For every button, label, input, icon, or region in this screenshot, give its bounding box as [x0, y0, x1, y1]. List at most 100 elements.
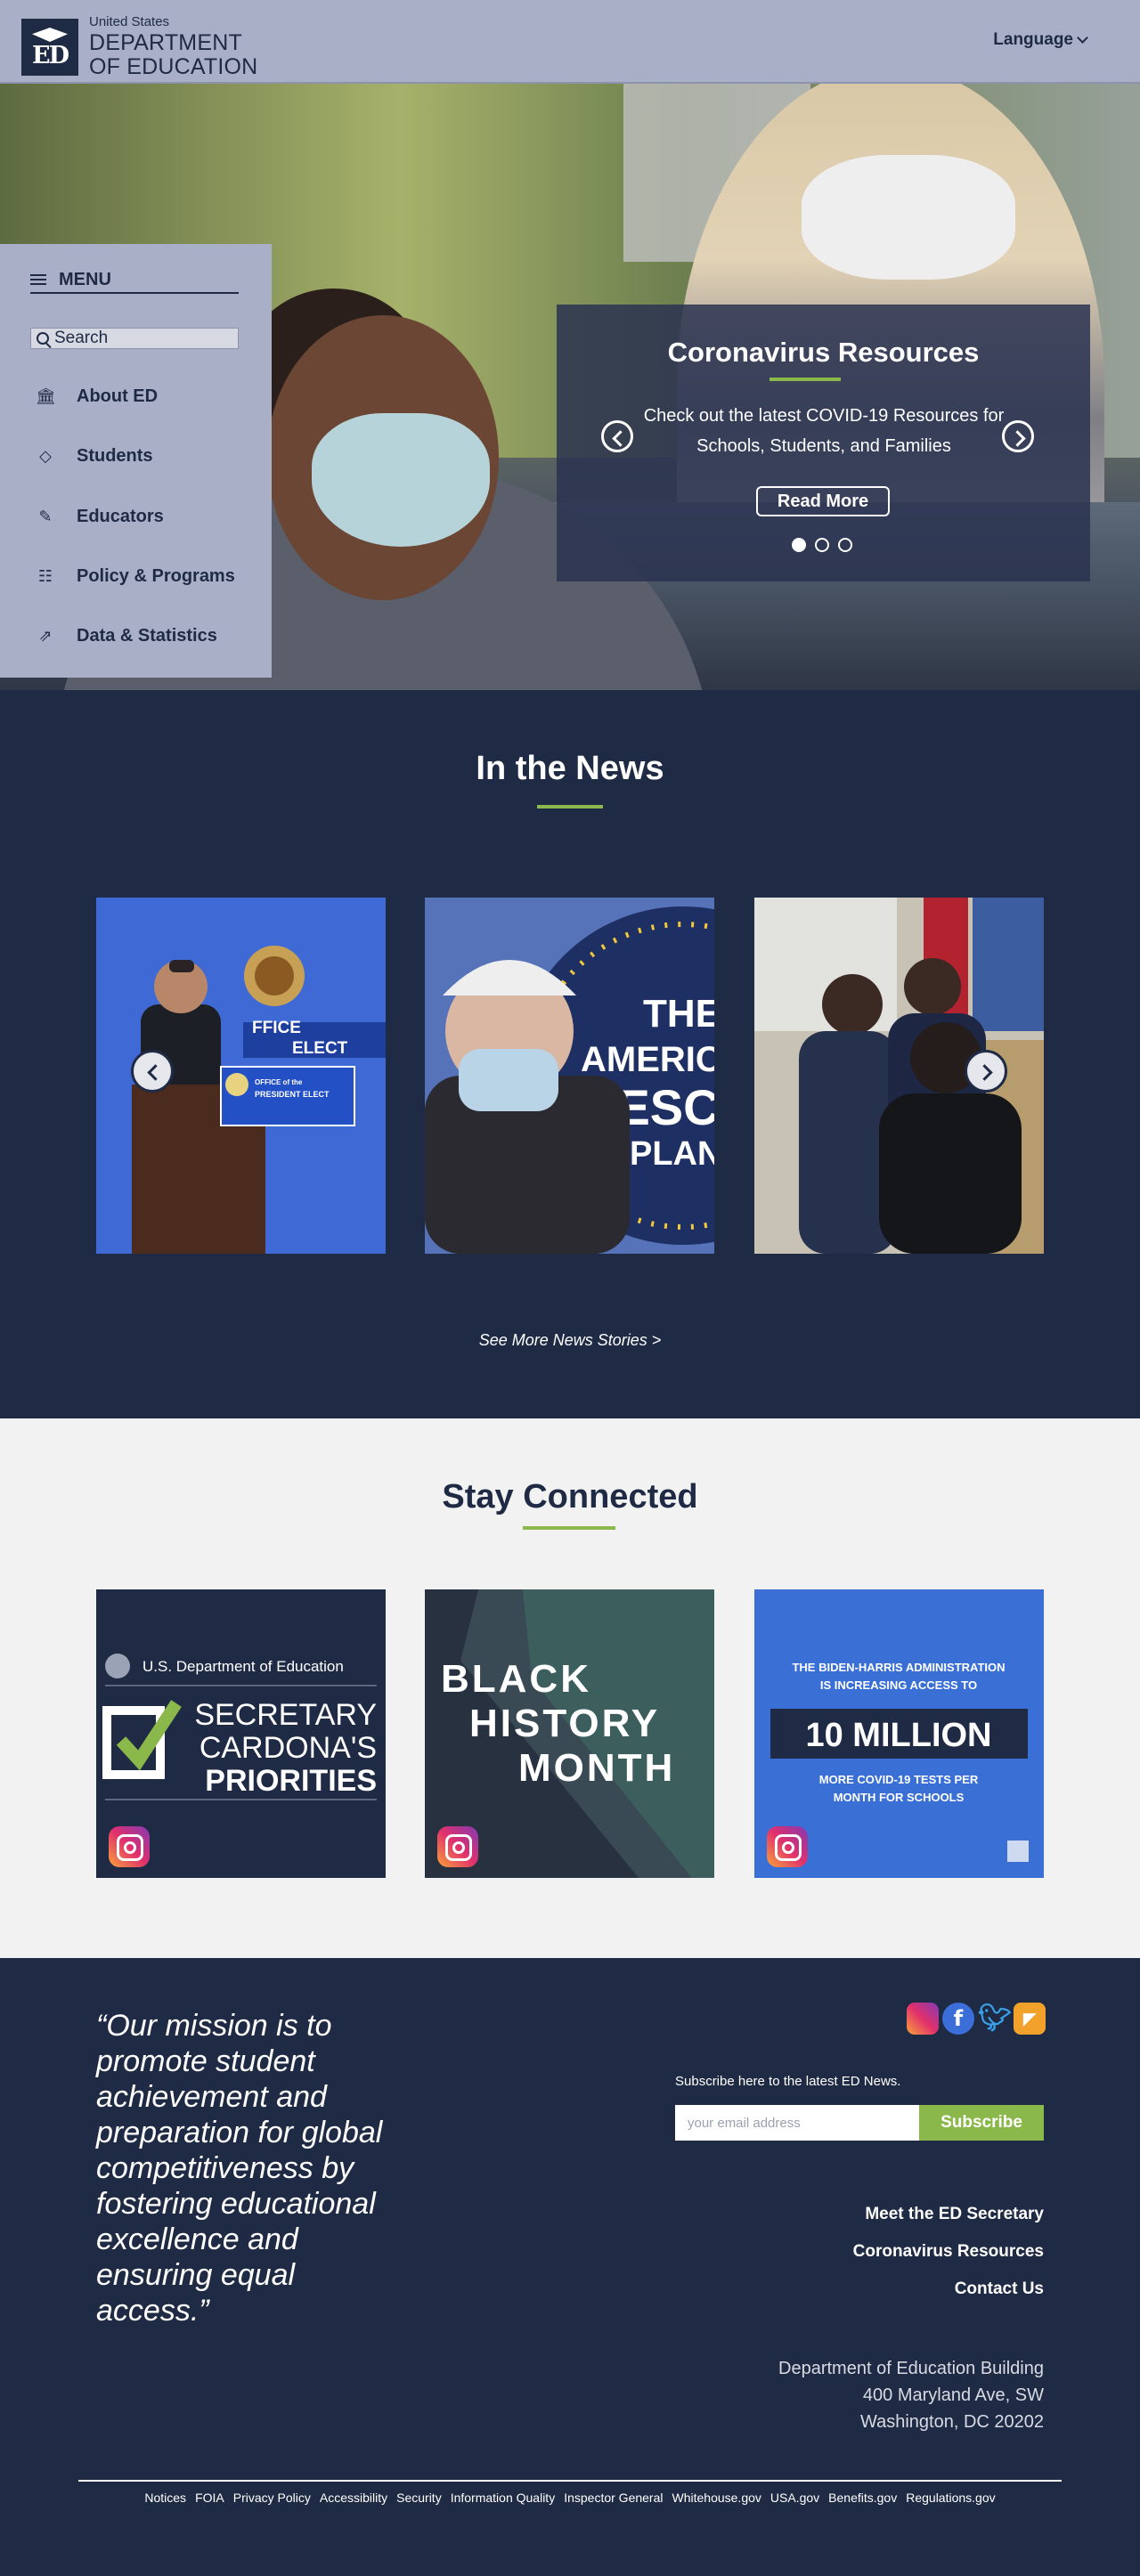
subscribe-button[interactable]: Subscribe [919, 2105, 1044, 2141]
news-next-button[interactable] [965, 1050, 1007, 1093]
covid-line-1: THE BIDEN-HARRIS ADMINISTRATION [792, 1661, 1005, 1674]
bottom-link-accessibility[interactable]: Accessibility [320, 2491, 387, 2505]
bhm-line-2: HISTORY [469, 1702, 660, 1745]
slide-dot-3[interactable] [838, 538, 852, 552]
social-card-priorities[interactable]: U.S. Department of Education SECRETARY C… [96, 1589, 386, 1878]
menu-title: MENU [59, 269, 111, 289]
email-field[interactable] [675, 2105, 919, 2141]
bottom-link-security[interactable]: Security [396, 2491, 442, 2505]
news-card-rescue-plan[interactable]: THE AMERIC RESC PLAN [425, 898, 714, 1254]
slide-title: Coronavirus Resources [667, 337, 980, 368]
site-footer: “Our mission is to promote student achie… [0, 1958, 1140, 2576]
nav-item-data-statistics[interactable]: ⇗ Data & Statistics [36, 622, 217, 649]
logo-small-text: United States [89, 14, 170, 29]
news-title-divider [537, 805, 603, 809]
news-prev-button[interactable] [131, 1050, 174, 1093]
footer-link-coronavirus-resources[interactable]: Coronavirus Resources [853, 2242, 1044, 2262]
social-card-black-history-month[interactable]: BLACK HISTORY MONTH [425, 1589, 714, 1878]
office-sign-top: FFICE [252, 1019, 301, 1037]
mission-quote: “Our mission is to promote student achie… [96, 2009, 383, 2328]
office-sign-bottom: ELECT [292, 1039, 348, 1058]
language-selector[interactable]: Language [993, 30, 1088, 50]
bottom-link-notices[interactable]: Notices [144, 2491, 186, 2505]
search-input[interactable] [54, 329, 228, 348]
nav-item-label: Policy & Programs [77, 565, 235, 586]
bottom-link-benefits-gov[interactable]: Benefits.gov [828, 2491, 897, 2505]
slide-next-arrow-icon[interactable] [1002, 420, 1034, 452]
pencil-icon: ✎ [38, 507, 53, 526]
podium-office-text: OFFICE of the [255, 1078, 303, 1086]
stay-connected-section: Stay Connected U.S. Department of Educat… [0, 1418, 1140, 1958]
slide-prev-arrow-icon[interactable] [601, 420, 633, 452]
menu-toggle[interactable]: MENU [30, 267, 239, 294]
subscribe-label: Subscribe here to the latest ED News. [675, 2074, 901, 2089]
card-org-text: U.S. Department of Education [142, 1658, 344, 1675]
address-line-2: 400 Maryland Ave, SW [862, 2385, 1044, 2405]
address-line-3: Washington, DC 20202 [859, 2412, 1044, 2432]
logo-wordmark: United States DEPARTMENT OF EDUCATION [89, 15, 257, 79]
site-header: ED United States DEPARTMENT OF EDUCATION… [0, 0, 1140, 84]
instagram-icon[interactable] [907, 2003, 939, 2035]
see-more-news-link[interactable]: See More News Stories > [0, 1331, 1140, 1350]
facebook-icon[interactable]: f [942, 2003, 974, 2035]
nav-item-educators[interactable]: ✎ Educators [36, 503, 163, 530]
slide-description: Check out the latest COVID-19 Resources … [643, 406, 1005, 456]
instagram-icon [109, 1826, 150, 1867]
stay-connected-divider [523, 1526, 615, 1530]
main-menu-panel: MENU 🏛︎ About ED ◇ Students ✎ Educators … [0, 244, 272, 678]
social-card-covid-tests[interactable]: THE BIDEN-HARRIS ADMINISTRATION IS INCRE… [754, 1589, 1044, 1878]
read-more-button[interactable]: Read More [756, 486, 890, 516]
address-line-1: Department of Education Building [778, 2359, 1044, 2378]
bottom-link-information-quality[interactable]: Information Quality [451, 2491, 556, 2505]
podium-text: PRESIDENT ELECT [255, 1090, 330, 1099]
bottom-link-inspector-general[interactable]: Inspector General [564, 2491, 663, 2505]
ed-seal-icon: ED [21, 19, 78, 76]
slide-dot-2[interactable] [815, 538, 829, 552]
bhm-line-1: BLACK [441, 1657, 591, 1701]
news-section: In the News FFICE ELECT OFFICE of the PR… [0, 690, 1140, 1418]
trend-chart-icon: ⇗ [38, 626, 53, 646]
nav-item-label: Students [77, 445, 153, 466]
nav-item-about-ed[interactable]: 🏛︎ About ED [36, 383, 158, 410]
nav-item-policy-programs[interactable]: ☷ Policy & Programs [36, 563, 235, 589]
subscribe-form: Subscribe [675, 2105, 1044, 2141]
bottom-link-privacy-policy[interactable]: Privacy Policy [233, 2491, 311, 2505]
institution-icon: 🏛︎ [36, 386, 56, 406]
bottom-link-usa-gov[interactable]: USA.gov [770, 2491, 819, 2505]
priorities-line-3: PRIORITIES [205, 1764, 377, 1798]
hamburger-icon [30, 274, 46, 285]
rss-icon[interactable]: ◤ [1014, 2003, 1046, 2035]
nav-item-label: About ED [77, 386, 159, 406]
clipboard-icon: ☷ [37, 566, 53, 586]
bhm-line-3: MONTH [518, 1746, 675, 1790]
news-photo-rescue-plan: THE AMERIC RESC PLAN [425, 898, 714, 1254]
news-title: In the News [476, 750, 664, 787]
footer-bottom-links: Notices FOIA Privacy Policy Accessibilit… [0, 2491, 1140, 2505]
ed-logo[interactable]: ED United States DEPARTMENT OF EDUCATION [21, 15, 257, 79]
footer-link-contact-us[interactable]: Contact Us [955, 2279, 1044, 2299]
instagram-icon [437, 1826, 478, 1867]
chevron-down-icon [1077, 32, 1088, 44]
graduation-cap-icon [32, 28, 68, 42]
footer-divider [78, 2480, 1062, 2482]
instagram-icon [767, 1826, 808, 1867]
covid-line-4: MONTH FOR SCHOOLS [834, 1791, 965, 1804]
search-icon[interactable] [37, 332, 49, 345]
nav-item-students[interactable]: ◇ Students [36, 443, 153, 469]
slide-dot-1[interactable] [792, 538, 806, 552]
slide-divider [770, 378, 841, 381]
bottom-link-foia[interactable]: FOIA [195, 2491, 224, 2505]
rescue-text-2: AMERIC [581, 1040, 714, 1079]
rescue-text-1: THE [643, 992, 714, 1036]
covid-line-2: IS INCREASING ACCESS TO [820, 1678, 977, 1692]
language-label: Language [993, 30, 1073, 49]
hero-slide-card: Coronavirus Resources Check out the late… [557, 305, 1090, 581]
hero-banner: MENU 🏛︎ About ED ◇ Students ✎ Educators … [0, 84, 1140, 690]
bottom-link-whitehouse[interactable]: Whitehouse.gov [672, 2491, 761, 2505]
priorities-line-2: CARDONA'S [200, 1731, 377, 1765]
nav-item-label: Data & Statistics [77, 625, 217, 646]
twitter-icon[interactable]: 🐦︎ [978, 2003, 1012, 2035]
bottom-link-regulations-gov[interactable]: Regulations.gov [906, 2491, 995, 2505]
footer-link-meet-secretary[interactable]: Meet the ED Secretary [865, 2205, 1044, 2224]
address-block: Department of Education Building 400 Mar… [778, 2355, 1044, 2435]
